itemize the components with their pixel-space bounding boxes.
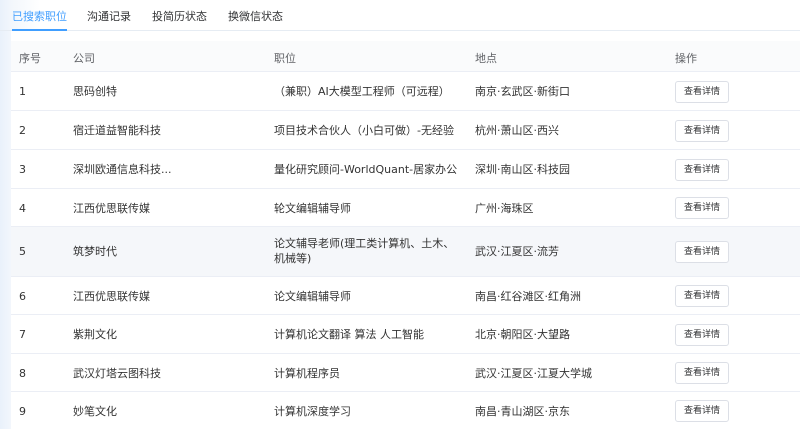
row-location: 南京·玄武区·新街口 [475,85,570,98]
view-details-button[interactable]: 查看详情 [675,285,729,307]
view-details-button[interactable]: 查看详情 [675,197,729,219]
row-index: 6 [19,290,26,303]
table-row: 3 深圳欧通信息科技... 量化研究顾问-WorldQuant-居家办公 深圳·… [11,150,800,189]
row-position: 量化研究顾问-WorldQuant-居家办公 [274,163,458,176]
header-company: 公司 [73,52,95,65]
view-details-button[interactable]: 查看详情 [675,362,729,384]
tab-wechat-status[interactable]: 换微信状态 [228,9,283,31]
row-company: 武汉灯塔云图科技 [73,367,161,380]
positions-table: 序号 公司 职位 地点 操作 1 思码创特 （兼职）AI大模型工程师（可远程） … [11,31,800,429]
row-position: 项目技术合伙人（小白可做）-无经验 [274,124,454,137]
row-location: 武汉·江夏区·流芳 [475,245,559,258]
row-position: 论文编辑辅导师 [274,290,351,303]
table-row: 7 紫荆文化 计算机论文翻译 算法 人工智能 北京·朝阳区·大望路 查看详情 [11,315,800,354]
row-index: 9 [19,405,26,418]
row-company: 宿迁道益智能科技 [73,124,161,137]
tab-searched-positions[interactable]: 已搜索职位 [12,9,67,31]
table-row: 6 江西优思联传媒 论文编辑辅导师 南昌·红谷滩区·红角洲 查看详情 [11,277,800,315]
tab-bar: 已搜索职位 沟通记录 投简历状态 换微信状态 [0,0,800,31]
view-details-button[interactable]: 查看详情 [675,324,729,346]
view-details-button[interactable]: 查看详情 [675,241,729,263]
view-details-button[interactable]: 查看详情 [675,159,729,181]
row-location: 杭州·萧山区·西兴 [475,124,559,137]
header-action: 操作 [675,52,697,65]
row-index: 7 [19,328,26,341]
table-row: 5 筑梦时代 论文辅导老师(理工类计算机、土木、机械等) 武汉·江夏区·流芳 查… [11,227,800,277]
row-location: 深圳·南山区·科技园 [475,163,570,176]
tab-communication-records[interactable]: 沟通记录 [87,9,131,31]
header-position: 职位 [274,52,296,65]
view-details-button[interactable]: 查看详情 [675,120,729,142]
header-location: 地点 [475,52,497,65]
row-index: 2 [19,124,26,137]
row-company: 妙笔文化 [73,405,117,418]
row-location: 北京·朝阳区·大望路 [475,328,570,341]
row-index: 8 [19,367,26,380]
row-company: 紫荆文化 [73,328,117,341]
view-details-button[interactable]: 查看详情 [675,81,729,103]
row-index: 5 [19,245,26,258]
row-location: 广州·海珠区 [475,202,534,215]
table-row: 2 宿迁道益智能科技 项目技术合伙人（小白可做）-无经验 杭州·萧山区·西兴 查… [11,111,800,150]
table-header: 序号 公司 职位 地点 操作 [11,41,800,72]
row-company: 江西优思联传媒 [73,202,150,215]
row-company: 江西优思联传媒 [73,290,150,303]
row-position: 轮文编辑辅导师 [274,202,351,215]
header-index: 序号 [19,52,41,65]
row-position: （兼职）AI大模型工程师（可远程） [274,85,450,98]
table-row: 1 思码创特 （兼职）AI大模型工程师（可远程） 南京·玄武区·新街口 查看详情 [11,72,800,111]
row-company: 筑梦时代 [73,245,117,258]
table-row: 9 妙笔文化 计算机深度学习 南昌·青山湖区·京东 查看详情 [11,392,800,429]
row-location: 南昌·红谷滩区·红角洲 [475,290,581,303]
table-row: 8 武汉灯塔云图科技 计算机程序员 武汉·江夏区·江夏大学城 查看详情 [11,354,800,392]
row-position: 论文辅导老师(理工类计算机、土木、机械等) [274,237,455,265]
row-position: 计算机论文翻译 算法 人工智能 [274,328,424,341]
tab-resume-status[interactable]: 投简历状态 [152,9,207,31]
row-position: 计算机深度学习 [274,405,351,418]
row-location: 南昌·青山湖区·京东 [475,405,570,418]
table-row: 4 江西优思联传媒 轮文编辑辅导师 广州·海珠区 查看详情 [11,189,800,227]
row-position: 计算机程序员 [274,367,340,380]
row-index: 3 [19,163,26,176]
row-company: 深圳欧通信息科技... [73,163,172,176]
row-index: 4 [19,202,26,215]
row-index: 1 [19,85,26,98]
row-company: 思码创特 [73,85,117,98]
view-details-button[interactable]: 查看详情 [675,400,729,422]
row-location: 武汉·江夏区·江夏大学城 [475,367,592,380]
